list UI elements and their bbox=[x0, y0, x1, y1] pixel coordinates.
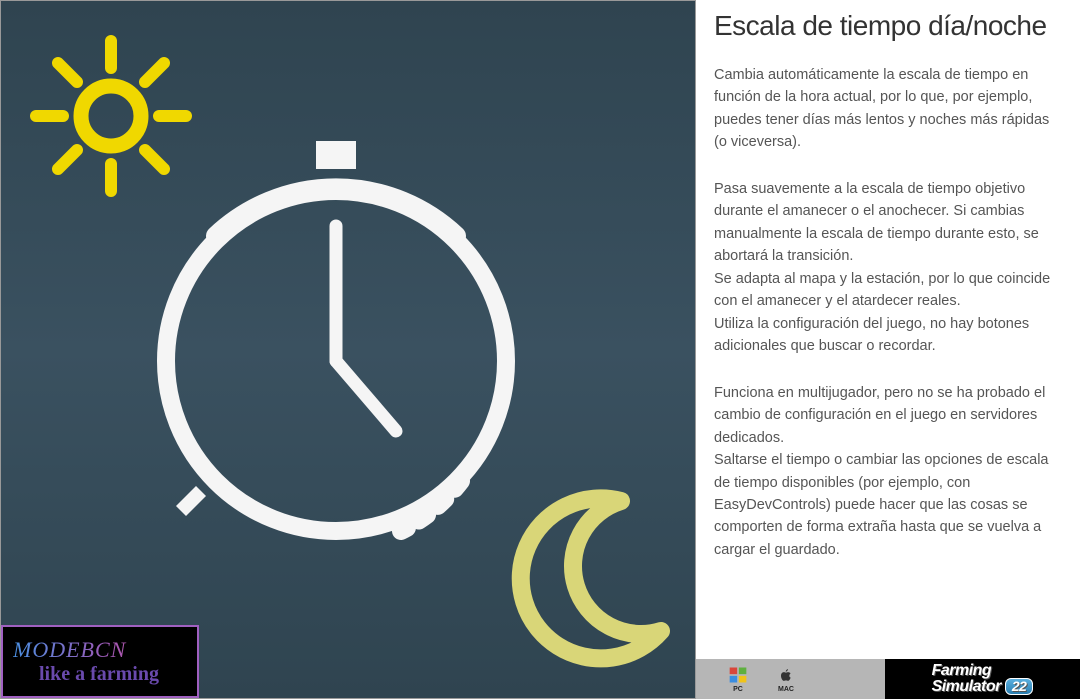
apple-icon bbox=[774, 665, 798, 685]
description-body: Cambia automáticamente la escala de tiem… bbox=[714, 64, 1062, 561]
windows-icon bbox=[726, 665, 750, 685]
source-name: MODEBCN bbox=[13, 637, 197, 663]
game-title: Farming Simulator 22 bbox=[932, 663, 1034, 695]
platform-mac: MAC bbox=[774, 665, 798, 693]
game-badge: Farming Simulator 22 bbox=[885, 659, 1080, 699]
desc-paragraph: Cambia automáticamente la escala de tiem… bbox=[714, 64, 1062, 154]
desc-paragraph: Pasa suavemente a la escala de tiempo ob… bbox=[714, 178, 1062, 268]
platform-label: MAC bbox=[778, 686, 794, 693]
clock-icon bbox=[116, 131, 556, 571]
description-panel: Escala de tiempo día/noche Cambia automá… bbox=[696, 0, 1080, 699]
page-title: Escala de tiempo día/noche bbox=[714, 10, 1062, 42]
desc-paragraph: Saltarse el tiempo o cambiar las opcione… bbox=[714, 449, 1062, 561]
desc-paragraph: Se adapta al mapa y la estación, por lo … bbox=[714, 268, 1062, 313]
platform-bar: PC MAC Farming Simulator 22 bbox=[696, 659, 1080, 699]
source-tagline: like a farming bbox=[13, 663, 197, 686]
desc-paragraph: Utiliza la configuración del juego, no h… bbox=[714, 313, 1062, 358]
desc-paragraph: Funciona en multijugador, pero no se ha … bbox=[714, 382, 1062, 449]
platform-label: PC bbox=[733, 686, 743, 693]
mod-illustration: MODEBCN like a farming bbox=[0, 0, 696, 699]
source-badge: MODEBCN like a farming bbox=[1, 625, 199, 698]
game-version: 22 bbox=[1005, 678, 1034, 695]
platform-pc: PC bbox=[726, 665, 750, 693]
moon-icon bbox=[491, 481, 681, 671]
